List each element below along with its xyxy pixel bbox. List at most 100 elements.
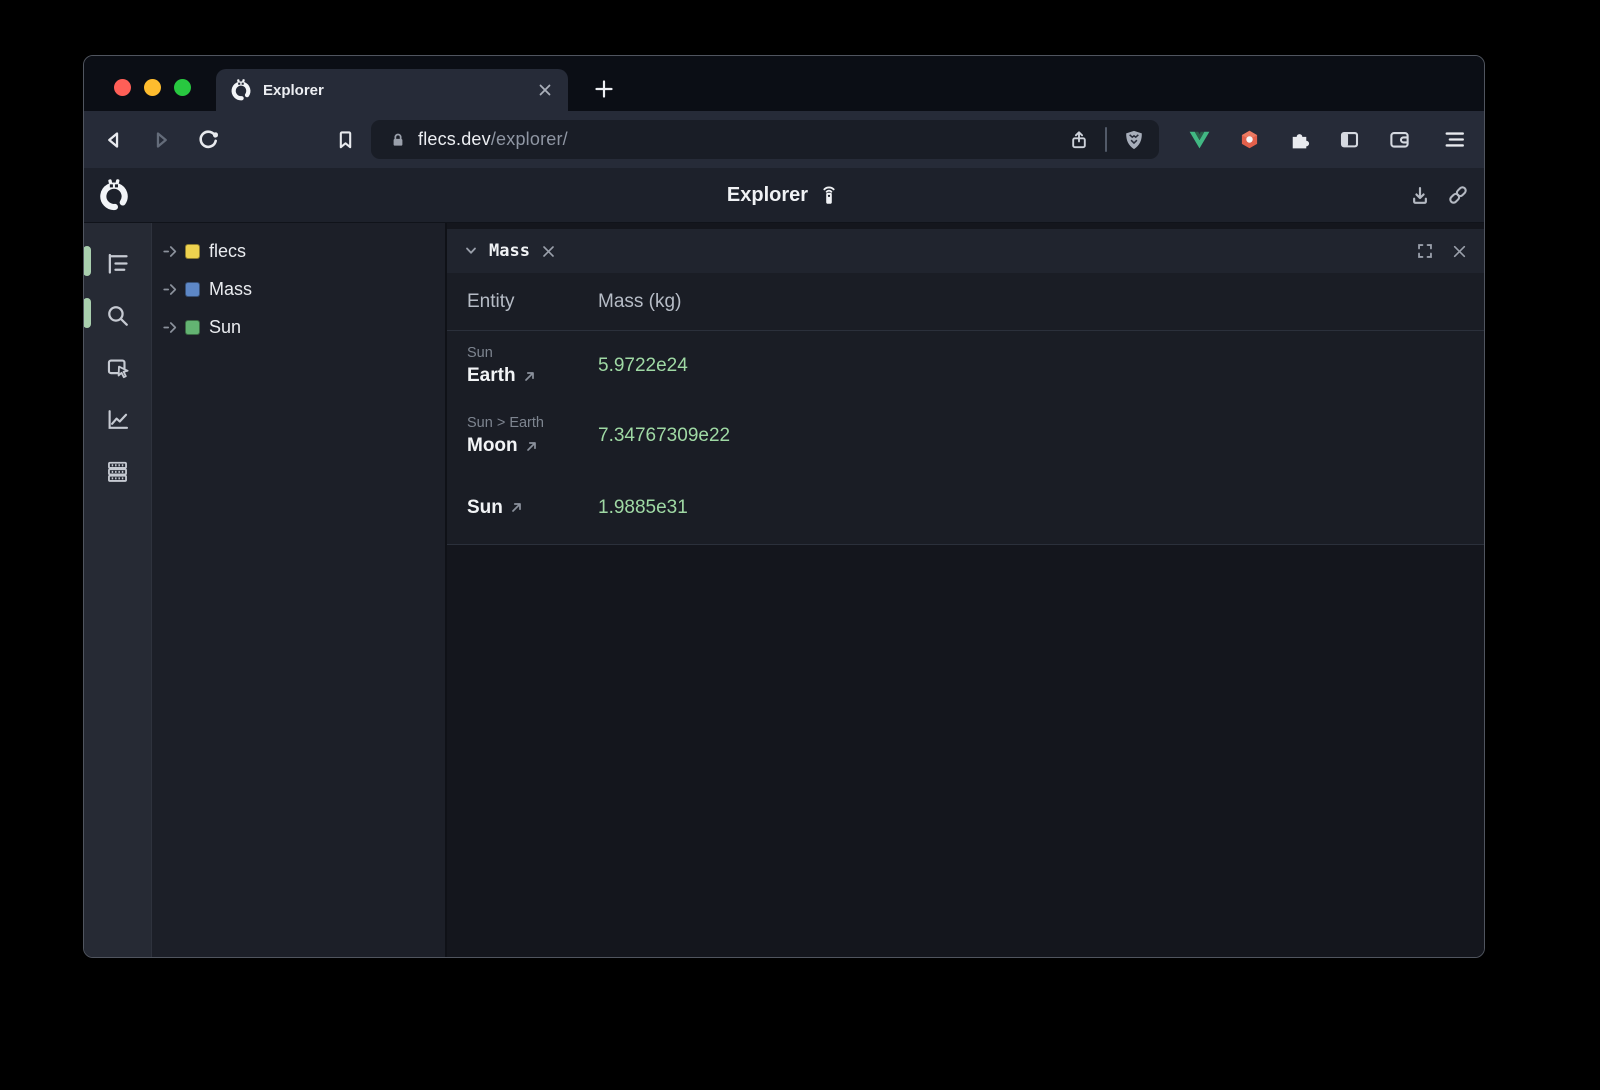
explorer-content: flecs Mass Sun <box>84 223 1484 958</box>
download-button[interactable] <box>1406 181 1434 209</box>
url-bar[interactable]: flecs.dev/explorer/ <box>371 120 1159 159</box>
browser-titlebar: Explorer <box>84 56 1484 111</box>
back-button[interactable] <box>100 126 128 154</box>
copy-link-button[interactable] <box>1444 181 1472 209</box>
collapse-chevron-icon[interactable] <box>461 241 481 261</box>
expand-arrow-icon[interactable] <box>162 319 179 336</box>
hexagon-extension-button[interactable] <box>1237 127 1262 152</box>
download-icon <box>1407 182 1433 208</box>
query-tab-close-icon[interactable] <box>540 243 557 260</box>
memory-button[interactable] <box>84 449 151 493</box>
fullscreen-button[interactable] <box>1414 240 1436 262</box>
tab-close-icon[interactable] <box>536 81 554 99</box>
brave-shield-icon[interactable] <box>1121 127 1147 153</box>
minimize-window-button[interactable] <box>144 79 161 96</box>
tree-item-flecs[interactable]: flecs <box>152 232 445 270</box>
tree-panel-active-indicator <box>83 246 91 276</box>
browser-window: Explorer <box>83 55 1485 958</box>
close-window-button[interactable] <box>114 79 131 96</box>
entity-name[interactable]: Sun <box>467 495 503 521</box>
query-search-button[interactable] <box>84 293 151 337</box>
table-header-row: Entity Mass (kg) <box>447 273 1484 331</box>
flecs-favicon <box>230 79 252 101</box>
entity-tree-panel: flecs Mass Sun <box>151 223 445 958</box>
traffic-lights <box>114 79 191 96</box>
page-header-actions <box>1406 181 1472 209</box>
query-panel-header: Mass <box>447 229 1484 273</box>
expand-arrow-icon[interactable] <box>162 243 179 260</box>
puzzle-icon <box>1287 127 1312 152</box>
open-entity-icon[interactable] <box>525 440 538 453</box>
wallet-icon <box>1387 127 1412 152</box>
vue-devtools-extension-button[interactable] <box>1187 127 1212 152</box>
entity-color-swatch <box>185 320 200 335</box>
tree-item-label: Mass <box>209 279 252 300</box>
entity-color-swatch <box>185 244 200 259</box>
table-row[interactable]: Sun > Earth Moon 7.34767309e22 <box>447 401 1484 471</box>
plus-icon <box>592 77 616 101</box>
refresh-icon <box>195 127 221 153</box>
forward-button[interactable] <box>147 126 175 154</box>
entity-cell: Sun Earth <box>447 343 598 389</box>
open-entity-icon[interactable] <box>523 370 536 383</box>
query-tab-label[interactable]: Mass <box>489 241 530 261</box>
tree-item-mass[interactable]: Mass <box>152 270 445 308</box>
column-header-entity: Entity <box>447 291 598 313</box>
extensions-area <box>1187 127 1412 152</box>
entity-cell: Sun > Earth Moon <box>447 413 598 459</box>
query-panel-active-indicator <box>83 298 91 328</box>
hamburger-menu-icon <box>1442 127 1467 152</box>
expand-arrow-icon[interactable] <box>162 281 179 298</box>
search-icon <box>104 302 131 329</box>
browser-toolbar: flecs.dev/explorer/ <box>84 111 1484 168</box>
url-path: /explorer/ <box>491 129 568 149</box>
url-bar-actions <box>1067 127 1147 153</box>
remote-connection-icon <box>817 183 841 207</box>
entity-name[interactable]: Moon <box>467 433 518 459</box>
entity-color-swatch <box>185 282 200 297</box>
stats-chart-button[interactable] <box>84 397 151 441</box>
sidebar-icon <box>1337 127 1362 152</box>
tab-title: Explorer <box>263 82 536 99</box>
mass-value: 7.34767309e22 <box>598 425 1484 447</box>
memory-icon <box>104 458 131 485</box>
bookmark-icon <box>333 127 358 152</box>
page-title-group: Explorer <box>84 183 1484 207</box>
table-row[interactable]: Sun 1.9885e31 <box>447 471 1484 544</box>
mass-value: 5.9722e24 <box>598 355 1484 377</box>
zoom-window-button[interactable] <box>174 79 191 96</box>
lock-icon <box>387 129 409 151</box>
entity-tree-button[interactable] <box>84 241 151 285</box>
bookmark-button[interactable] <box>331 126 359 154</box>
inspector-button[interactable] <box>84 345 151 389</box>
close-icon <box>1449 241 1470 262</box>
tree-item-label: Sun <box>209 317 241 338</box>
forward-icon <box>148 127 174 153</box>
extensions-button[interactable] <box>1287 127 1312 152</box>
table-row[interactable]: Sun Earth 5.9722e24 <box>447 331 1484 401</box>
close-panel-button[interactable] <box>1448 240 1470 262</box>
toolbar-divider <box>1105 127 1107 152</box>
share-icon[interactable] <box>1067 128 1091 152</box>
sidebar-toggle-button[interactable] <box>1337 127 1362 152</box>
mass-value: 1.9885e31 <box>598 497 1484 519</box>
link-icon <box>1445 182 1471 208</box>
query-panel: Mass <box>445 223 1484 958</box>
open-entity-icon[interactable] <box>510 501 523 514</box>
entity-name[interactable]: Earth <box>467 363 516 389</box>
explorer-page-header: Explorer <box>84 168 1484 223</box>
inspector-icon <box>104 354 131 381</box>
browser-menu-button[interactable] <box>1440 126 1468 154</box>
entity-parent-path: Sun <box>467 343 598 363</box>
wallet-button[interactable] <box>1387 127 1412 152</box>
url-text: flecs.dev/explorer/ <box>418 129 1067 150</box>
url-domain: flecs.dev <box>418 129 491 149</box>
column-header-mass: Mass (kg) <box>598 291 1484 313</box>
query-panel-controls <box>1414 240 1470 262</box>
refresh-button[interactable] <box>194 126 222 154</box>
new-tab-button[interactable] <box>590 75 618 103</box>
tree-item-sun[interactable]: Sun <box>152 308 445 346</box>
browser-tab-explorer[interactable]: Explorer <box>216 69 568 111</box>
hexagon-nut-icon <box>1237 127 1262 152</box>
entity-cell: Sun <box>447 495 598 521</box>
